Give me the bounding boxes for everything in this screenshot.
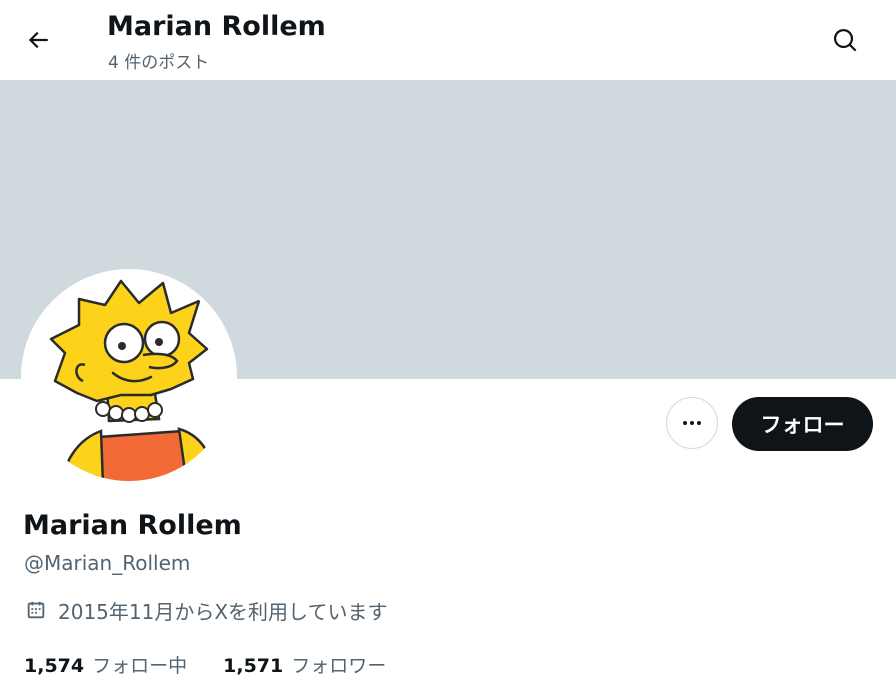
more-dots-icon: [683, 421, 701, 425]
search-icon: [833, 28, 856, 51]
header-title: Marian Rollem: [107, 11, 326, 42]
join-date: 2015年11月からXを利用しています: [24, 595, 387, 625]
display-name: Marian Rollem: [23, 510, 242, 541]
calendar-icon: [24, 598, 48, 622]
follow-stats: 1,574 フォロー中 1,571 フォロワー: [24, 649, 386, 679]
join-date-text: 2015年11月からXを利用しています: [58, 599, 388, 624]
user-handle: @Marian_Rollem: [24, 551, 191, 575]
top-header: Marian Rollem 4 件のポスト: [0, 0, 896, 80]
arrow-left-icon: [28, 31, 48, 49]
followers-label: フォロワー: [291, 654, 387, 677]
followers-link[interactable]: 1,571 フォロワー: [223, 651, 386, 678]
search-button[interactable]: [825, 20, 865, 60]
profile-page: Marian Rollem 4 件のポスト フォロー Marian Rollem…: [0, 0, 896, 684]
following-link[interactable]: 1,574 フォロー中: [24, 651, 187, 678]
following-count: 1,574: [24, 654, 85, 677]
follow-button[interactable]: フォロー: [732, 397, 873, 451]
more-options-button[interactable]: [666, 397, 718, 449]
avatar-image: [25, 273, 233, 481]
followers-count: 1,571: [223, 654, 284, 677]
post-count: 4 件のポスト: [108, 53, 210, 73]
back-button[interactable]: [18, 20, 58, 60]
avatar[interactable]: [21, 269, 237, 485]
following-label: フォロー中: [92, 654, 188, 677]
